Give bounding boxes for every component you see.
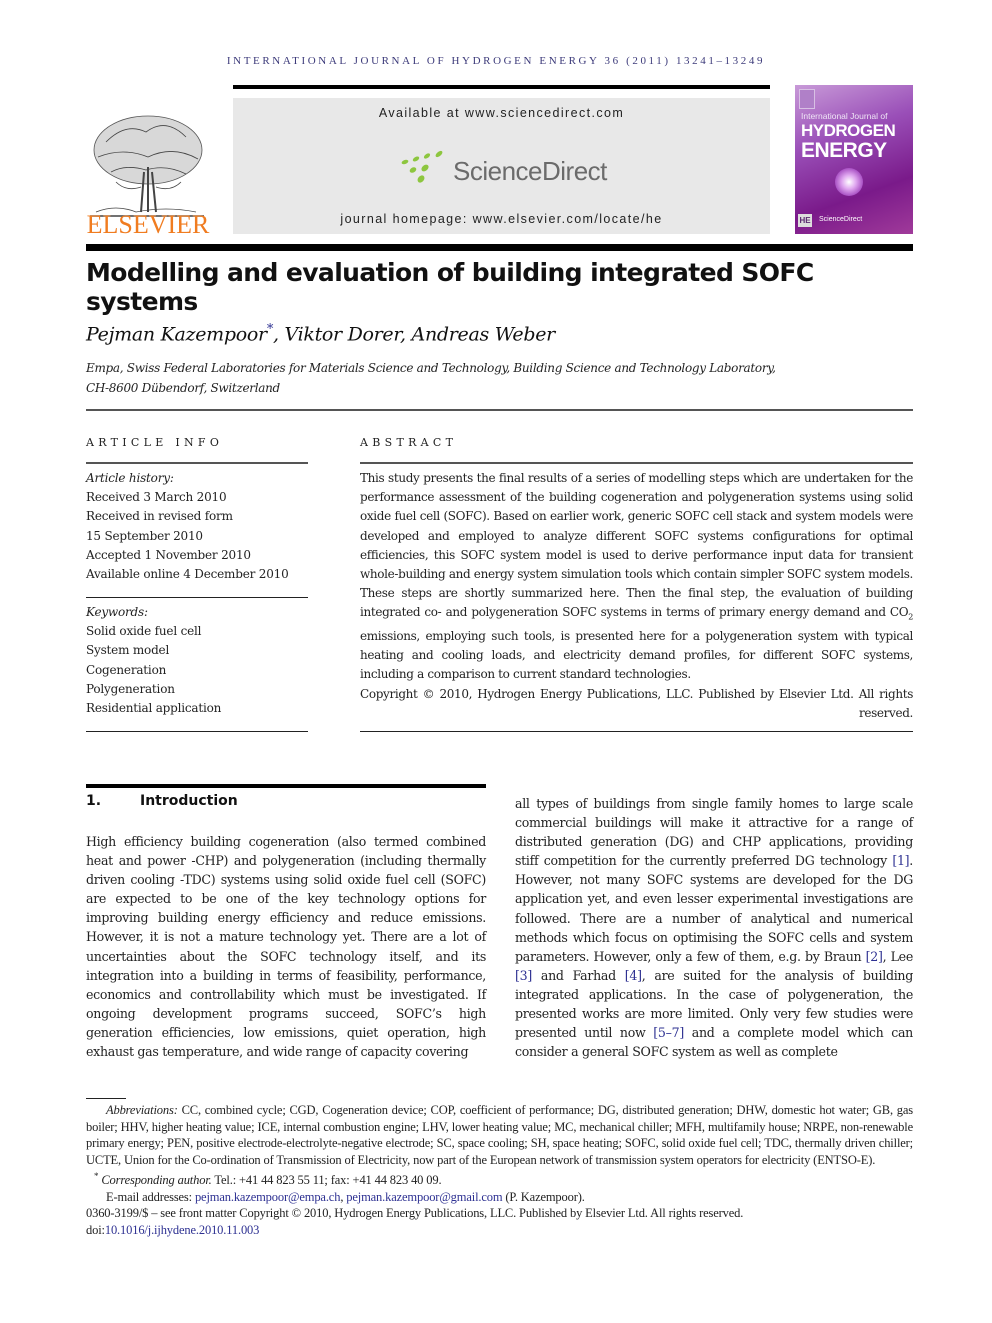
history-item: Available online 4 December 2010 — [86, 567, 289, 582]
header-bottom-rule — [86, 244, 913, 251]
abbreviations-footnote: Abbreviations: CC, combined cycle; CGD, … — [86, 1102, 913, 1168]
corresponding-author-label: Corresponding author. — [101, 1173, 212, 1188]
abstract-body: This study presents the final results of… — [360, 469, 913, 723]
body-text: all types of buildings from single famil… — [515, 796, 913, 869]
abstract-heading: ABSTRACT — [360, 436, 458, 449]
email-label: E-mail addresses: — [106, 1189, 195, 1204]
keyword-item: System model — [86, 643, 170, 658]
elsevier-wordmark: ELSEVIER — [86, 210, 210, 239]
abbreviations-text: CC, combined cycle; CGD, Cogeneration de… — [86, 1103, 913, 1167]
doi-label: doi: — [86, 1222, 105, 1237]
body-text: , Lee — [882, 948, 914, 964]
header-top-rule — [233, 85, 770, 89]
footnote-rule — [86, 1098, 126, 1099]
author-names-rest: , Viktor Dorer, Andreas Weber — [273, 323, 555, 346]
history-item: 15 September 2010 — [86, 528, 203, 543]
cover-journal-line: International Journal of — [801, 111, 888, 121]
cover-title: HYDROGEN ENERGY — [801, 121, 896, 162]
author-name: Pejman Kazempoor — [86, 323, 267, 346]
body-text: . However, not many SOFC systems are dev… — [515, 853, 913, 964]
article-history: Article history: Received 3 March 2010 R… — [86, 469, 308, 584]
email-link[interactable]: pejman.kazempoor@empa.ch — [195, 1190, 341, 1204]
footnotes: Abbreviations: CC, combined cycle; CGD, … — [86, 1102, 913, 1238]
front-matter-line: 0360-3199/$ – see front matter Copyright… — [86, 1206, 744, 1221]
sciencedirect-leaves-icon — [401, 150, 443, 183]
abstract-paragraph: This study presents the final results of… — [360, 469, 913, 685]
cover-he-badge: HE — [798, 214, 812, 227]
doi-line: doi:10.1016/j.ijhydene.2010.11.003 — [86, 1222, 913, 1239]
email-link[interactable]: pejman.kazempoor@gmail.com — [346, 1190, 502, 1204]
divider — [86, 597, 308, 599]
divider — [360, 731, 913, 733]
keyword-item: Cogeneration — [86, 662, 167, 677]
divider — [360, 462, 913, 464]
body-paragraph: all types of buildings from single famil… — [515, 794, 913, 1061]
article-info-heading: ARTICLE INFO — [86, 436, 224, 449]
history-item: Received in revised form — [86, 509, 233, 524]
body-paragraph: High efficiency building cogeneration (a… — [86, 834, 486, 1060]
keyword-item: Residential application — [86, 701, 222, 716]
citation-link[interactable]: [4] — [625, 968, 642, 983]
body-column-right: all types of buildings from single famil… — [515, 794, 913, 1061]
citation-link[interactable]: [2] — [866, 949, 883, 964]
body-text: and Farhad — [531, 967, 625, 983]
keyword-item: Polygeneration — [86, 681, 175, 696]
email-footnote: E-mail addresses: pejman.kazempoor@empa.… — [86, 1189, 913, 1206]
history-item: Accepted 1 November 2010 — [86, 547, 251, 562]
citation-link[interactable]: [3] — [515, 968, 532, 983]
abstract-text: This study presents the final results of… — [360, 471, 913, 620]
section-number: 1. — [86, 793, 102, 809]
affiliation-line: CH-8600 Dübendorf, Switzerland — [86, 380, 280, 395]
footnote-mark: * — [94, 1171, 99, 1181]
copyright-line: Copyright © 2010, Hydrogen Energy Public… — [360, 686, 913, 701]
available-at-link[interactable]: Available at www.sciencedirect.com — [233, 106, 770, 120]
citation-link[interactable]: [5–7] — [653, 1025, 684, 1040]
cover-sd-label: ScienceDirect — [819, 216, 863, 223]
article-title: Modelling and evaluation of building int… — [86, 258, 814, 316]
email-owner: (P. Kazempoor). — [502, 1189, 585, 1204]
article-history-label: Article history: — [86, 471, 174, 485]
citation-link[interactable]: [1] — [892, 853, 909, 868]
contact-numbers: Tel.: +41 44 823 55 11; fax: +41 44 823 … — [211, 1173, 442, 1188]
co2-subscript: 2 — [908, 612, 913, 622]
body-column-left: High efficiency building cogeneration (a… — [86, 832, 486, 1061]
divider — [86, 409, 913, 411]
affiliation-line: Empa, Swiss Federal Laboratories for Mat… — [86, 361, 776, 375]
keywords: Keywords: Solid oxide fuel cell System m… — [86, 603, 308, 718]
section-heading-introduction: 1. Introduction — [86, 793, 238, 809]
author-list: Pejman Kazempoor*, Viktor Dorer, Andreas… — [86, 322, 555, 345]
cover-elsevier-mark — [799, 89, 815, 109]
keywords-label: Keywords: — [86, 605, 148, 619]
running-head: INTERNATIONAL JOURNAL OF HYDROGEN ENERGY… — [226, 55, 766, 67]
divider — [86, 462, 308, 464]
keyword-item: Solid oxide fuel cell — [86, 624, 202, 639]
cover-title-line1: HYDROGEN — [801, 121, 896, 140]
section-rule — [86, 784, 486, 788]
corresponding-author-footnote: * Corresponding author. Tel.: +41 44 823… — [86, 1168, 913, 1189]
journal-homepage-link[interactable]: journal homepage: www.elsevier.com/locat… — [233, 212, 770, 226]
sciencedirect-brand: ScienceDirect — [453, 156, 607, 186]
cover-title-line2: ENERGY — [801, 139, 887, 162]
abbreviations-label: Abbreviations: — [106, 1103, 178, 1117]
copyright-line: reserved. — [858, 705, 913, 720]
affiliation: Empa, Swiss Federal Laboratories for Mat… — [86, 359, 886, 398]
journal-cover-image: International Journal of HYDROGEN ENERGY… — [795, 85, 913, 234]
abstract-text: emissions, employing such tools, is pres… — [360, 629, 913, 682]
sciencedirect-banner: Available at www.sciencedirect.com Scien… — [233, 98, 770, 234]
section-title: Introduction — [140, 793, 238, 809]
doi-link[interactable]: 10.1016/j.ijhydene.2010.11.003 — [105, 1223, 260, 1237]
cover-orb-graphic — [835, 168, 863, 196]
history-item: Received 3 March 2010 — [86, 490, 227, 505]
divider — [86, 731, 308, 733]
